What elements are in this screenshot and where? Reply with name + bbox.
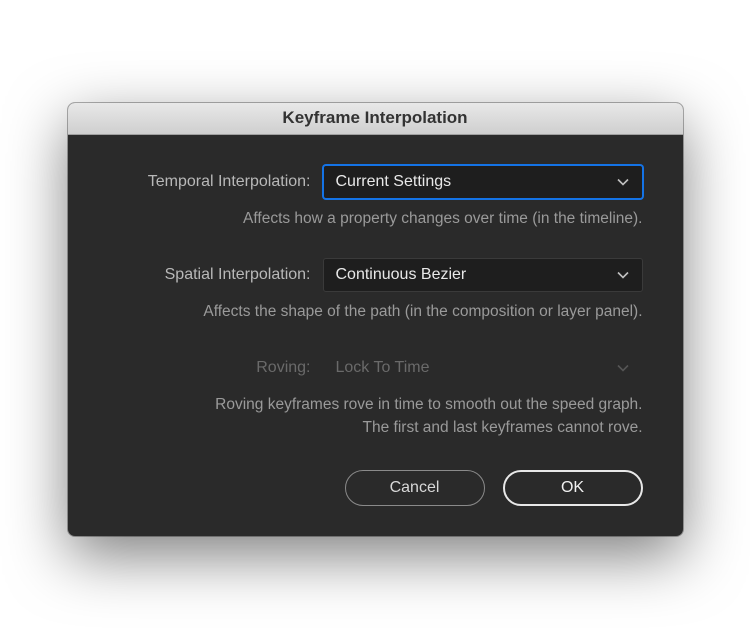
spatial-interpolation-value: Continuous Bezier	[336, 266, 616, 284]
cancel-button-label: Cancel	[390, 479, 440, 497]
temporal-interpolation-row: Temporal Interpolation: Current Settings	[108, 165, 643, 199]
spatial-interpolation-row: Spatial Interpolation: Continuous Bezier	[108, 258, 643, 292]
dialog-content: Temporal Interpolation: Current Settings…	[68, 135, 683, 536]
chevron-down-icon	[616, 175, 630, 189]
chevron-down-icon	[616, 361, 630, 375]
roving-select: Lock To Time	[323, 351, 643, 385]
dialog-buttons: Cancel OK	[108, 460, 643, 506]
titlebar: Keyframe Interpolation	[68, 103, 683, 135]
roving-help-line2: The first and last keyframes cannot rove…	[363, 419, 643, 436]
temporal-interpolation-label: Temporal Interpolation:	[108, 173, 323, 191]
chevron-down-icon	[616, 268, 630, 282]
cancel-button[interactable]: Cancel	[345, 470, 485, 506]
temporal-interpolation-help: Affects how a property changes over time…	[108, 207, 643, 230]
spatial-interpolation-label: Spatial Interpolation:	[108, 266, 323, 284]
roving-help-line1: Roving keyframes rove in time to smooth …	[215, 396, 642, 413]
spatial-interpolation-select[interactable]: Continuous Bezier	[323, 258, 643, 292]
temporal-interpolation-value: Current Settings	[336, 173, 616, 191]
roving-label: Roving:	[108, 359, 323, 377]
ok-button[interactable]: OK	[503, 470, 643, 506]
keyframe-interpolation-dialog: Keyframe Interpolation Temporal Interpol…	[68, 103, 683, 536]
temporal-interpolation-select[interactable]: Current Settings	[323, 165, 643, 199]
spatial-interpolation-help: Affects the shape of the path (in the co…	[108, 300, 643, 323]
roving-help: Roving keyframes rove in time to smooth …	[108, 393, 643, 440]
roving-row: Roving: Lock To Time	[108, 351, 643, 385]
ok-button-label: OK	[561, 479, 584, 497]
roving-value: Lock To Time	[336, 359, 616, 377]
dialog-title: Keyframe Interpolation	[282, 108, 467, 128]
